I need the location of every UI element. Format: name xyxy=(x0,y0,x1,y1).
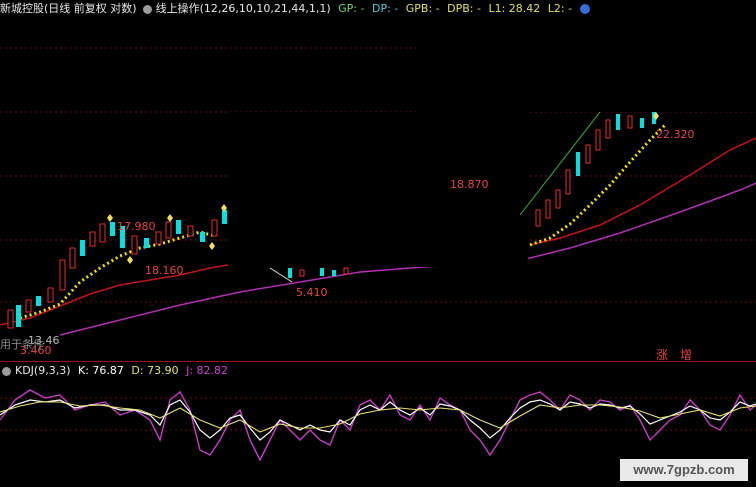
ma-red-line-right xyxy=(529,137,756,246)
trend-dots-left xyxy=(19,230,216,320)
price-label-p2: 18.160 xyxy=(145,264,184,277)
chart-canvas[interactable] xyxy=(0,0,756,487)
price-label-p5: 22.320 xyxy=(656,128,695,141)
d-value: D: 73.90 xyxy=(131,364,179,377)
price-label-p3: 5.410 xyxy=(296,286,328,299)
candles-right xyxy=(519,111,659,227)
watermark: www.7gpzb.com xyxy=(620,459,748,481)
k-line xyxy=(0,399,756,441)
kdj-header: KDJ(9,3,3) K: 76.87 D: 73.90 J: 82.82 xyxy=(0,362,756,380)
zhang-label: 涨 xyxy=(656,348,669,362)
kdj-name: KDJ(9,3,3) xyxy=(15,364,71,377)
condition-label: 用于条件 xyxy=(0,338,44,351)
kdj-panel xyxy=(0,389,756,462)
price-label-p1: 17.980 xyxy=(117,220,156,233)
zeng-label: 增 xyxy=(680,348,693,362)
j-line xyxy=(0,389,756,462)
price-label-p4: 18.870 xyxy=(450,178,489,191)
ma-red-line-left xyxy=(0,264,229,326)
k-value: K: 76.87 xyxy=(78,364,124,377)
j-value: J: 82.82 xyxy=(186,364,229,377)
kdj-toggle-icon[interactable] xyxy=(2,366,11,376)
